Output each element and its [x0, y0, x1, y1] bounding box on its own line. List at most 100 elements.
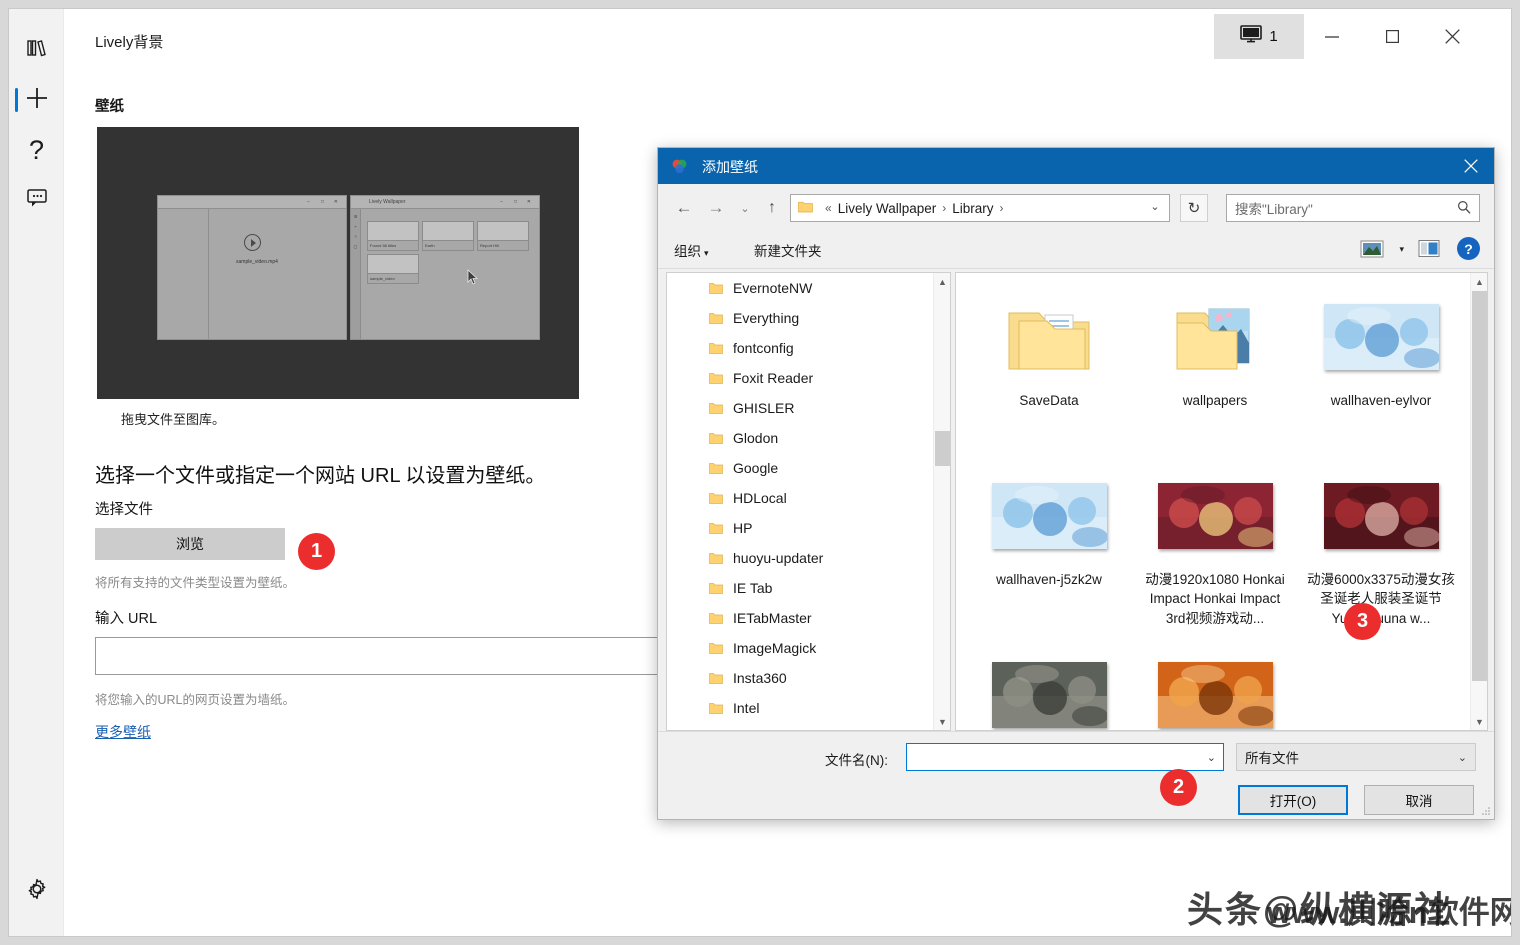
tree-item[interactable]: IETabMaster — [667, 603, 950, 633]
dialog-close-button[interactable] — [1448, 148, 1494, 184]
folder-tree-pane[interactable]: EvernoteNWEverythingfontconfigFoxit Read… — [666, 272, 951, 731]
scroll-down-icon[interactable]: ▼ — [1471, 713, 1488, 730]
cancel-button[interactable]: 取消 — [1364, 785, 1474, 815]
tree-item[interactable]: HP — [667, 513, 950, 543]
file-type-filter[interactable]: 所有文件 ⌄ — [1236, 743, 1476, 771]
preview-window-title: Lively Wallpaper — [369, 199, 406, 205]
chevron-down-icon[interactable]: ⌄ — [1145, 200, 1165, 213]
file-cell[interactable]: SaveData — [966, 283, 1132, 462]
tree-item-label: HP — [733, 520, 752, 536]
help-button[interactable]: ? — [1457, 237, 1480, 260]
scroll-down-icon[interactable]: ▼ — [934, 713, 951, 730]
breadcrumb[interactable]: « Lively Wallpaper › Library › ⌄ — [790, 194, 1170, 222]
resize-grip[interactable] — [1480, 805, 1491, 816]
lively-app-window: ? Lively背景 — [8, 8, 1512, 937]
new-folder-button[interactable]: 新建文件夹 — [754, 240, 822, 260]
filename-field[interactable] — [907, 749, 1197, 766]
folder-icon — [709, 342, 723, 355]
drag-files-hint: 拖曳文件至图库。 — [121, 409, 225, 428]
lively-app-icon — [671, 158, 688, 175]
files-scrollbar[interactable]: ▲ ▼ — [1470, 273, 1487, 730]
folder-icon — [709, 612, 723, 625]
folder-icon — [709, 282, 723, 295]
tree-item[interactable]: Foxit Reader — [667, 363, 950, 393]
folder-icon — [709, 672, 723, 685]
tree-item-label: GHISLER — [733, 400, 794, 416]
preview-pane-icon[interactable] — [1418, 239, 1440, 258]
question-icon: ? — [29, 137, 44, 164]
file-cell[interactable]: 动漫1920x1080 Honkai Impact Honkai Impact … — [1132, 462, 1298, 641]
tree-item[interactable]: Everything — [667, 303, 950, 333]
step-badge-3: 3 — [1344, 603, 1381, 640]
file-grid: SaveDatawallpaperswallhaven-eylvor wallha… — [956, 273, 1469, 730]
open-button[interactable]: 打开(O) — [1238, 785, 1348, 815]
folder-icon — [709, 492, 723, 505]
tree-item-label: HDLocal — [733, 490, 787, 506]
maximize-button[interactable] — [1364, 14, 1420, 59]
sidebar-item-add[interactable] — [9, 75, 64, 125]
breadcrumb-item-library[interactable]: Library — [952, 201, 993, 216]
scrollbar-thumb[interactable] — [935, 431, 950, 466]
nav-forward-button[interactable]: → — [702, 194, 730, 222]
filename-input[interactable]: ⌄ — [906, 743, 1224, 771]
nav-up-button[interactable]: ↑ — [758, 194, 786, 222]
browse-button[interactable]: 浏览 — [95, 528, 285, 560]
sidebar-item-help[interactable]: ? — [9, 125, 64, 175]
scrollbar-thumb[interactable] — [1472, 291, 1487, 681]
search-input[interactable]: 搜索"Library" — [1226, 194, 1480, 222]
tree-item[interactable]: Google — [667, 453, 950, 483]
file-cell[interactable]: 一般1920x1200尼诺导演WALL-E... — [1132, 641, 1298, 731]
chevron-down-icon[interactable]: ⌄ — [1207, 751, 1216, 764]
file-list-pane[interactable]: SaveDatawallpaperswallhaven-eylvor wallha… — [955, 272, 1488, 731]
organize-menu-button[interactable]: 组织▾ — [674, 240, 709, 260]
tree-item[interactable]: HDLocal — [667, 483, 950, 513]
tree-item[interactable]: Glodon — [667, 423, 950, 453]
nav-back-button[interactable]: ← — [670, 194, 698, 222]
image-thumbnail-frame — [1324, 483, 1439, 549]
file-cell[interactable]: wallhaven-j5zk2w — [966, 462, 1132, 641]
tree-scrollbar[interactable]: ▲ ▼ — [933, 273, 950, 730]
dialog-toolbar: 组织▾ 新建文件夹 ▾ ? — [658, 231, 1494, 269]
sidebar-item-library[interactable] — [9, 25, 64, 75]
dialog-titlebar: 添加壁纸 — [658, 148, 1494, 184]
filetypes-hint: 将所有支持的文件类型设置为壁纸。 — [95, 572, 295, 591]
refresh-button[interactable]: ↻ — [1180, 194, 1208, 222]
file-label: 动漫1920x1080 Honkai Impact Honkai Impact … — [1139, 570, 1291, 628]
image-thumbnail — [1324, 283, 1439, 391]
folder-tree-list: EvernoteNWEverythingfontconfigFoxit Read… — [667, 273, 950, 723]
breadcrumb-item-lively-wallpaper[interactable]: Lively Wallpaper — [838, 201, 937, 216]
tree-item[interactable]: GHISLER — [667, 393, 950, 423]
tree-item[interactable]: fontconfig — [667, 333, 950, 363]
more-wallpapers-link[interactable]: 更多壁纸 — [95, 722, 151, 742]
tree-item[interactable]: Intel — [667, 693, 950, 723]
tree-item[interactable]: ImageMagick — [667, 633, 950, 663]
nav-history-dropdown[interactable]: ⌄ — [731, 194, 759, 222]
tree-item[interactable]: huoyu-updater — [667, 543, 950, 573]
tree-item[interactable]: IE Tab — [667, 573, 950, 603]
scroll-up-icon[interactable]: ▲ — [934, 273, 951, 290]
file-cell[interactable]: wallhaven-eylvor — [1298, 283, 1464, 462]
chevron-down-icon[interactable]: ▾ — [1399, 244, 1404, 255]
organize-label: 组织 — [674, 244, 701, 259]
close-button[interactable] — [1424, 14, 1480, 59]
scroll-up-icon[interactable]: ▲ — [1471, 273, 1488, 290]
file-type-filter-value: 所有文件 — [1245, 747, 1299, 767]
tree-item[interactable]: Insta360 — [667, 663, 950, 693]
step-badge-1: 1 — [298, 533, 335, 570]
folder-icon — [709, 642, 723, 655]
tree-item-label: Google — [733, 460, 778, 476]
url-input[interactable] — [95, 637, 673, 675]
image-thumbnail — [992, 462, 1107, 570]
minimize-button[interactable] — [1304, 14, 1360, 59]
search-icon — [1457, 200, 1471, 217]
tree-item[interactable]: EvernoteNW — [667, 273, 950, 303]
choose-file-instruction: 选择一个文件或指定一个网站 URL 以设置为壁纸。 — [95, 459, 545, 488]
file-cell[interactable]: 一般1600x900亚马逊Danbo在... — [966, 641, 1132, 731]
file-cell[interactable]: wallpapers — [1132, 283, 1298, 462]
view-options-icon[interactable] — [1360, 239, 1384, 259]
sidebar-item-feedback[interactable] — [9, 175, 64, 225]
sidebar-item-settings[interactable] — [9, 866, 64, 916]
monitor-selector-button[interactable]: 1 — [1214, 14, 1304, 59]
chat-icon — [25, 187, 49, 213]
file-cell[interactable]: 动漫6000x3375动漫女孩圣诞老人服装圣诞节 Yuuki Yuuna w..… — [1298, 462, 1464, 641]
